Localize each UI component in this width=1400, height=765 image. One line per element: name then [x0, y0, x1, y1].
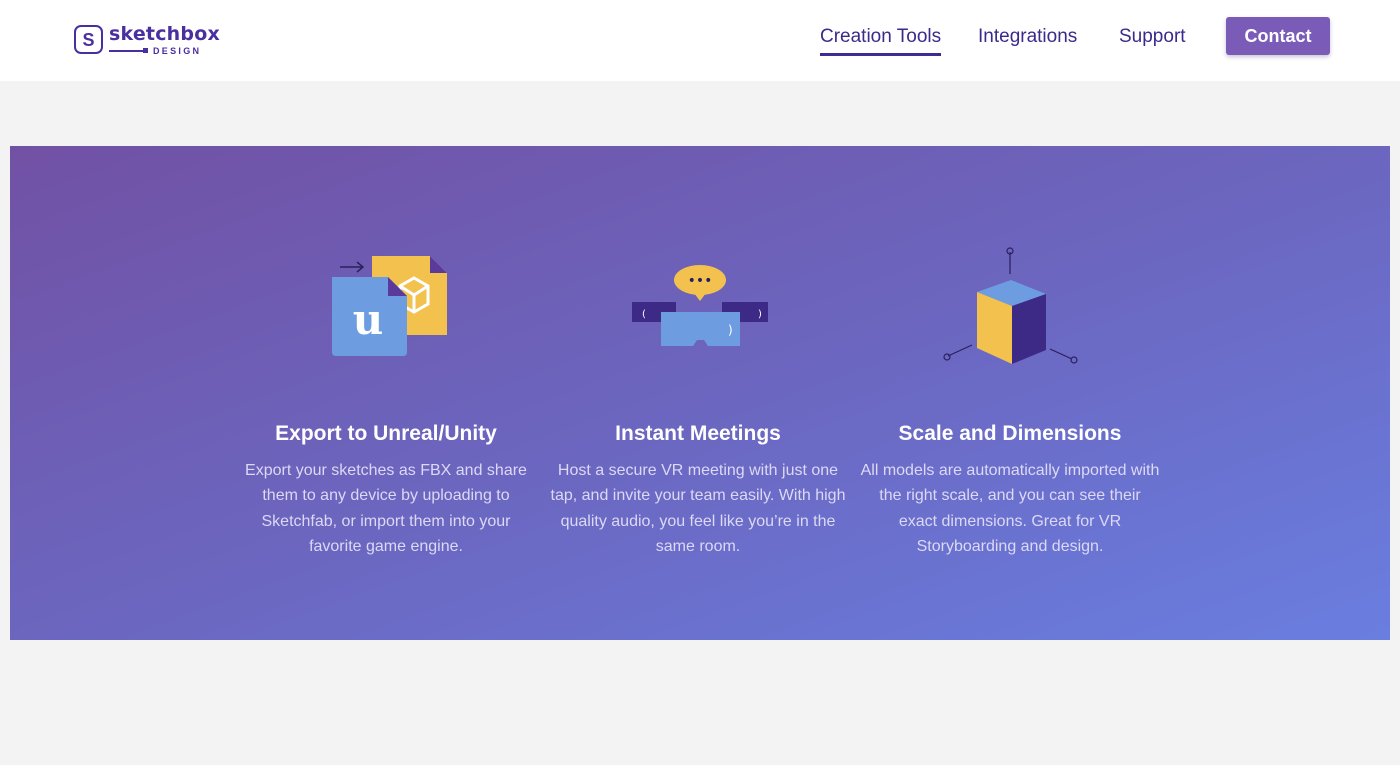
- vr-meeting-icon: ••• ( ) ): [632, 265, 768, 346]
- svg-text:•••: •••: [688, 273, 713, 289]
- sketchbox-logo[interactable]: S sketchbox DESIGN: [74, 25, 220, 56]
- svg-text:u: u: [353, 295, 384, 344]
- nav-creation-tools[interactable]: Creation Tools: [820, 26, 942, 56]
- feature-title: Scale and Dimensions: [898, 422, 1122, 445]
- feature-description: Host a secure VR meeting with just one t…: [550, 462, 846, 555]
- logo-name: sketchbox: [109, 23, 220, 45]
- feature-title: Instant Meetings: [615, 422, 781, 445]
- feature-description: Export your sketches as FBX and share th…: [245, 462, 527, 555]
- logo-badge-letter: S: [82, 29, 95, 50]
- feature-title: Export to Unreal/Unity: [275, 422, 497, 445]
- svg-text:(: (: [642, 309, 646, 320]
- feature-description: All models are automatically imported wi…: [860, 462, 1160, 555]
- nav-integrations[interactable]: Integrations: [978, 26, 1077, 50]
- export-files-icon: u: [332, 256, 447, 356]
- svg-text:): ): [728, 323, 733, 337]
- features-band: u Export to Unreal/Unity Export your ske…: [10, 146, 1390, 640]
- site-header: S sketchbox DESIGN Creation Tools Integr…: [0, 0, 1400, 81]
- svg-text:): ): [758, 309, 762, 320]
- logo-badge-icon: S: [74, 25, 103, 54]
- contact-button[interactable]: Contact: [1226, 17, 1330, 55]
- logo-sub-row: DESIGN: [109, 46, 220, 56]
- scale-cube-icon: [943, 247, 1078, 364]
- logo-sub: DESIGN: [153, 46, 202, 56]
- logo-text: sketchbox DESIGN: [109, 25, 220, 56]
- nav-support[interactable]: Support: [1119, 26, 1186, 50]
- logo-line: [109, 48, 148, 53]
